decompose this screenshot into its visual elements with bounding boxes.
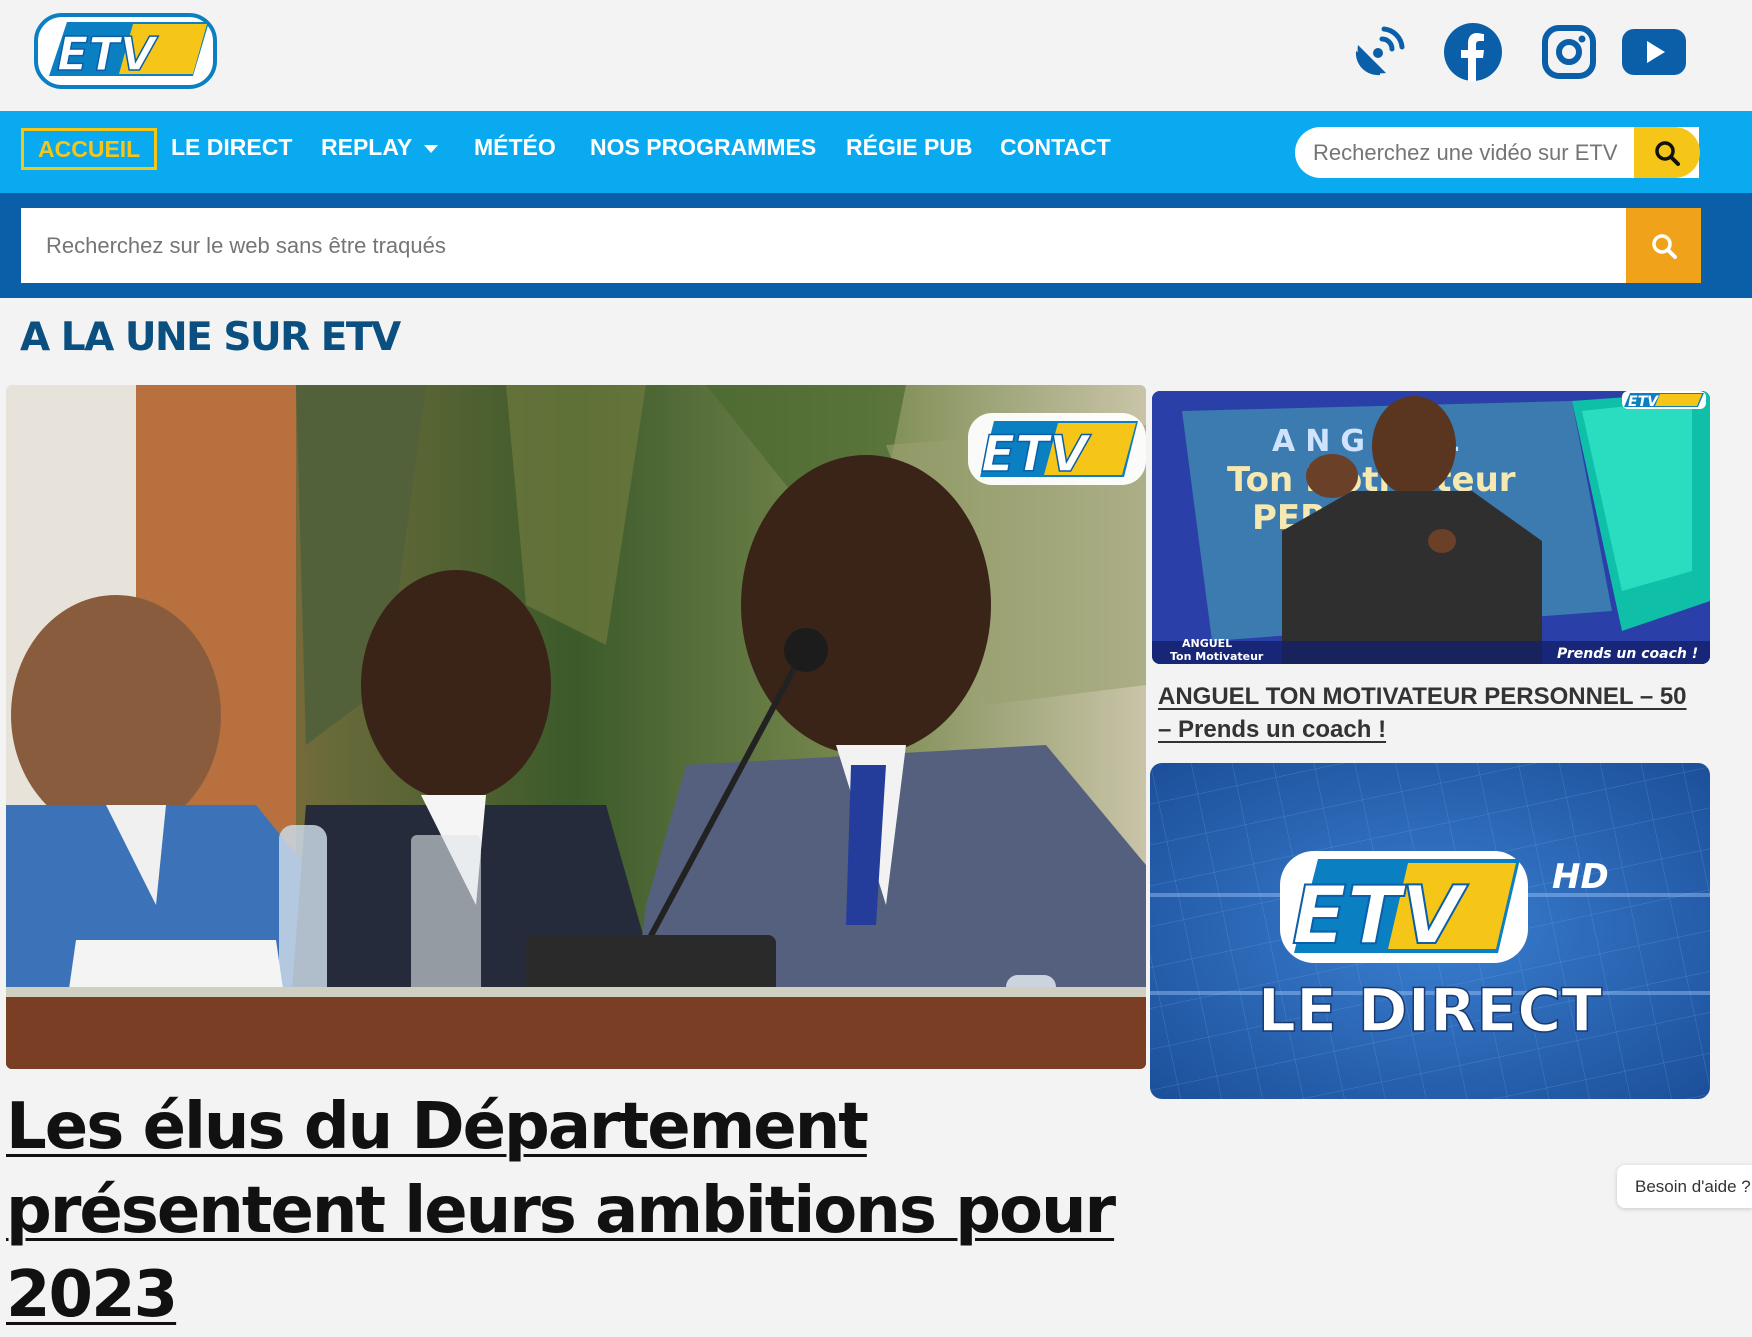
- help-widget[interactable]: Besoin d'aide ?: [1617, 1165, 1752, 1208]
- web-search-input[interactable]: [21, 208, 1606, 283]
- section-title: A LA UNE SUR ETV: [20, 315, 401, 360]
- instagram-icon[interactable]: [1537, 20, 1601, 84]
- svg-text:ETV: ETV: [1628, 394, 1659, 410]
- side-article-headline[interactable]: ANGUEL TON MOTIVATEUR PERSONNEL – 50 – P…: [1158, 680, 1703, 746]
- nav-item-replay[interactable]: REPLAY: [321, 130, 439, 164]
- etv-logo[interactable]: ETV: [33, 12, 218, 90]
- svg-text:ANGUEL: ANGUEL: [1182, 637, 1232, 650]
- le-direct-banner[interactable]: ETV HD LE DIRECT: [1150, 763, 1710, 1099]
- svg-text:ETV: ETV: [981, 425, 1091, 483]
- nav-item-accueil[interactable]: ACCUEIL: [21, 128, 158, 170]
- svg-text:HD: HD: [1552, 857, 1609, 897]
- video-search-button[interactable]: [1634, 127, 1700, 178]
- svg-text:LE DIRECT: LE DIRECT: [1258, 976, 1602, 1046]
- search-icon: [1655, 140, 1680, 166]
- youtube-icon[interactable]: [1622, 20, 1686, 84]
- svg-text:Prends un coach !: Prends un coach !: [1557, 646, 1698, 662]
- nav-item-le-direct[interactable]: LE DIRECT: [171, 130, 292, 164]
- nav-item-contact[interactable]: CONTACT: [1000, 130, 1111, 164]
- svg-text:ETV: ETV: [57, 27, 159, 81]
- facebook-icon[interactable]: [1441, 20, 1505, 84]
- satellite-dish-icon[interactable]: [1347, 20, 1411, 84]
- video-search-input[interactable]: [1295, 127, 1683, 178]
- web-search-box: [21, 208, 1626, 283]
- main-article-headline[interactable]: Les élus du Département présentent leurs…: [6, 1085, 1146, 1337]
- web-search-button[interactable]: [1626, 208, 1701, 283]
- side-article-thumbnail[interactable]: ANGUEL Ton Motivateur PERSONNEL ANGUEL T…: [1152, 391, 1710, 664]
- nav-item-meteo[interactable]: MÉTÉO: [474, 130, 556, 164]
- main-article-image[interactable]: ETV: [6, 385, 1146, 1069]
- nav-item-nos-programmes[interactable]: NOS PROGRAMMES: [590, 130, 816, 164]
- search-icon: [1651, 233, 1677, 259]
- chevron-down-icon: [424, 144, 439, 153]
- svg-text:ETV: ETV: [1292, 869, 1469, 962]
- svg-text:Ton Motivateur: Ton Motivateur: [1170, 650, 1264, 663]
- nav-item-replay-label: REPLAY: [321, 134, 413, 160]
- nav-item-regie-pub[interactable]: RÉGIE PUB: [846, 130, 973, 164]
